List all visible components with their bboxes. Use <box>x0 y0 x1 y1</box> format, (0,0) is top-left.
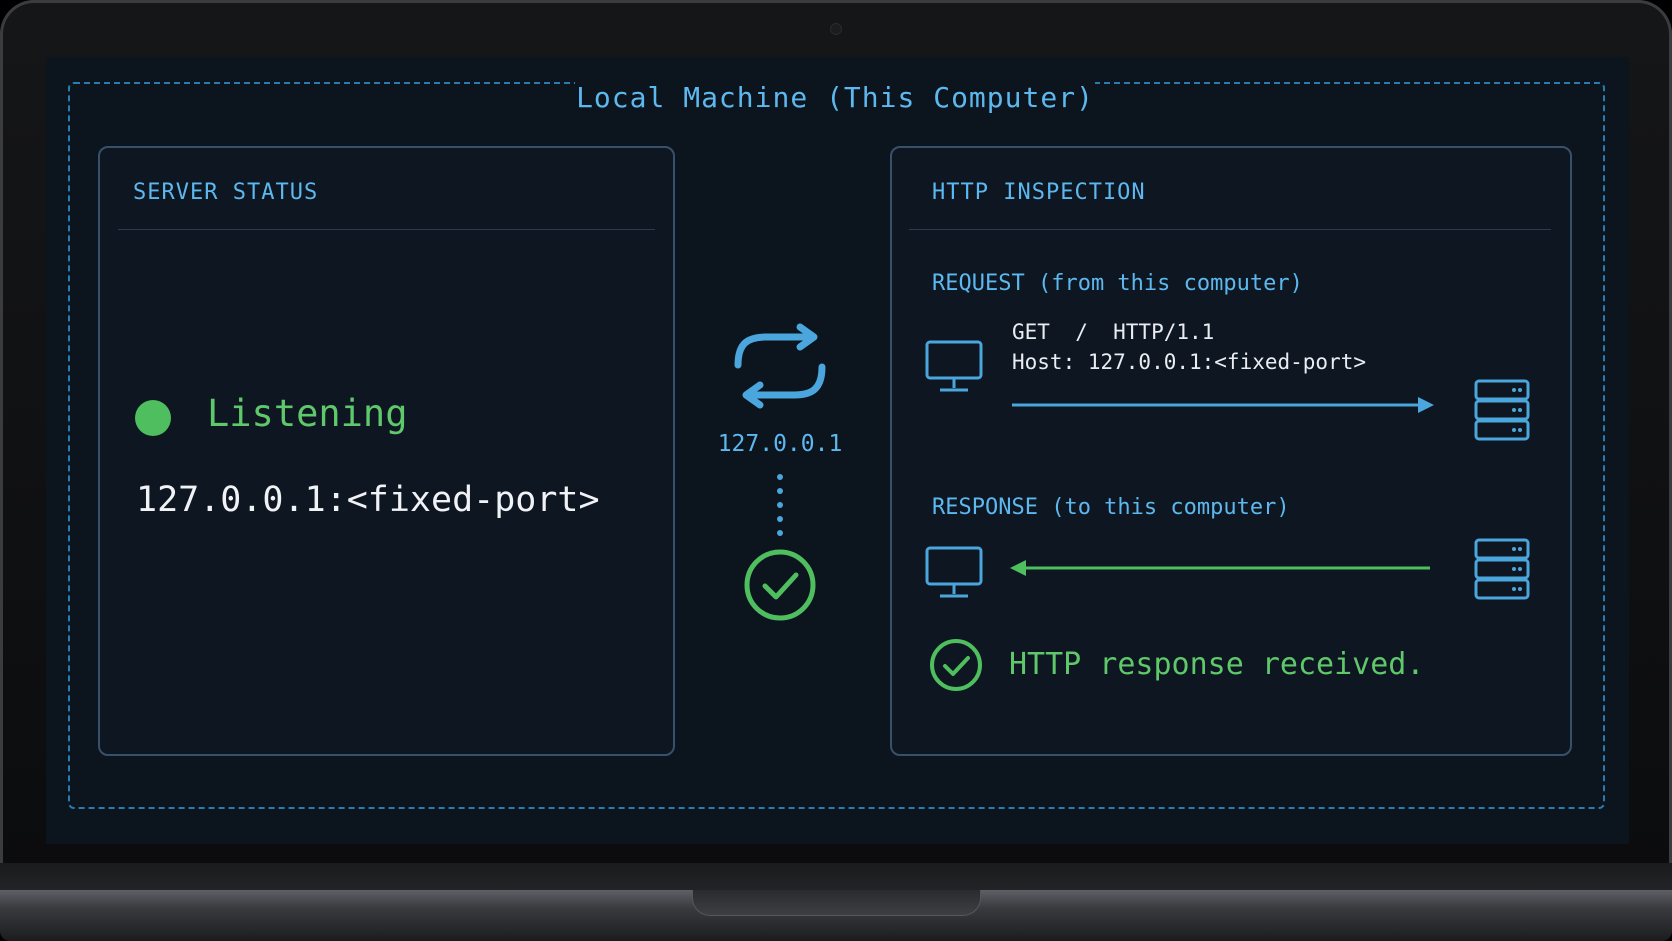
status-label: Listening <box>207 392 408 435</box>
webcam <box>830 23 842 35</box>
request-line: GET / HTTP/1.1 <box>1012 320 1215 344</box>
request-label: REQUEST (from this computer) <box>932 271 1303 296</box>
server-status-heading: SERVER STATUS <box>133 180 319 205</box>
server-stack-icon <box>1474 379 1530 441</box>
response-arrow <box>1010 560 1430 576</box>
lid-notch <box>692 890 981 916</box>
divider <box>909 229 1551 230</box>
monitor-icon <box>925 546 983 598</box>
server-stack-icon <box>1474 538 1530 600</box>
listen-address: 127.0.0.1:<fixed-port> <box>136 480 600 520</box>
laptop: Local Machine (This Computer) SERVER STA… <box>0 0 1672 941</box>
http-inspection-heading: HTTP INSPECTION <box>932 180 1146 205</box>
check-circle-icon <box>744 549 816 621</box>
check-circle-icon <box>930 639 982 691</box>
response-status: HTTP response received. <box>1009 647 1425 682</box>
request-arrow <box>1012 397 1434 413</box>
divider <box>118 229 655 230</box>
connector-ip: 127.0.0.1 <box>717 431 843 457</box>
monitor-icon <box>925 340 983 392</box>
response-label: RESPONSE (to this computer) <box>932 495 1290 520</box>
status-indicator <box>135 400 171 436</box>
swap-arrows-icon <box>734 323 826 409</box>
request-host-header: Host: 127.0.0.1:<fixed-port> <box>1012 350 1367 374</box>
server-status-panel <box>98 146 675 756</box>
frame-title: Local Machine (This Computer) <box>575 75 1095 121</box>
